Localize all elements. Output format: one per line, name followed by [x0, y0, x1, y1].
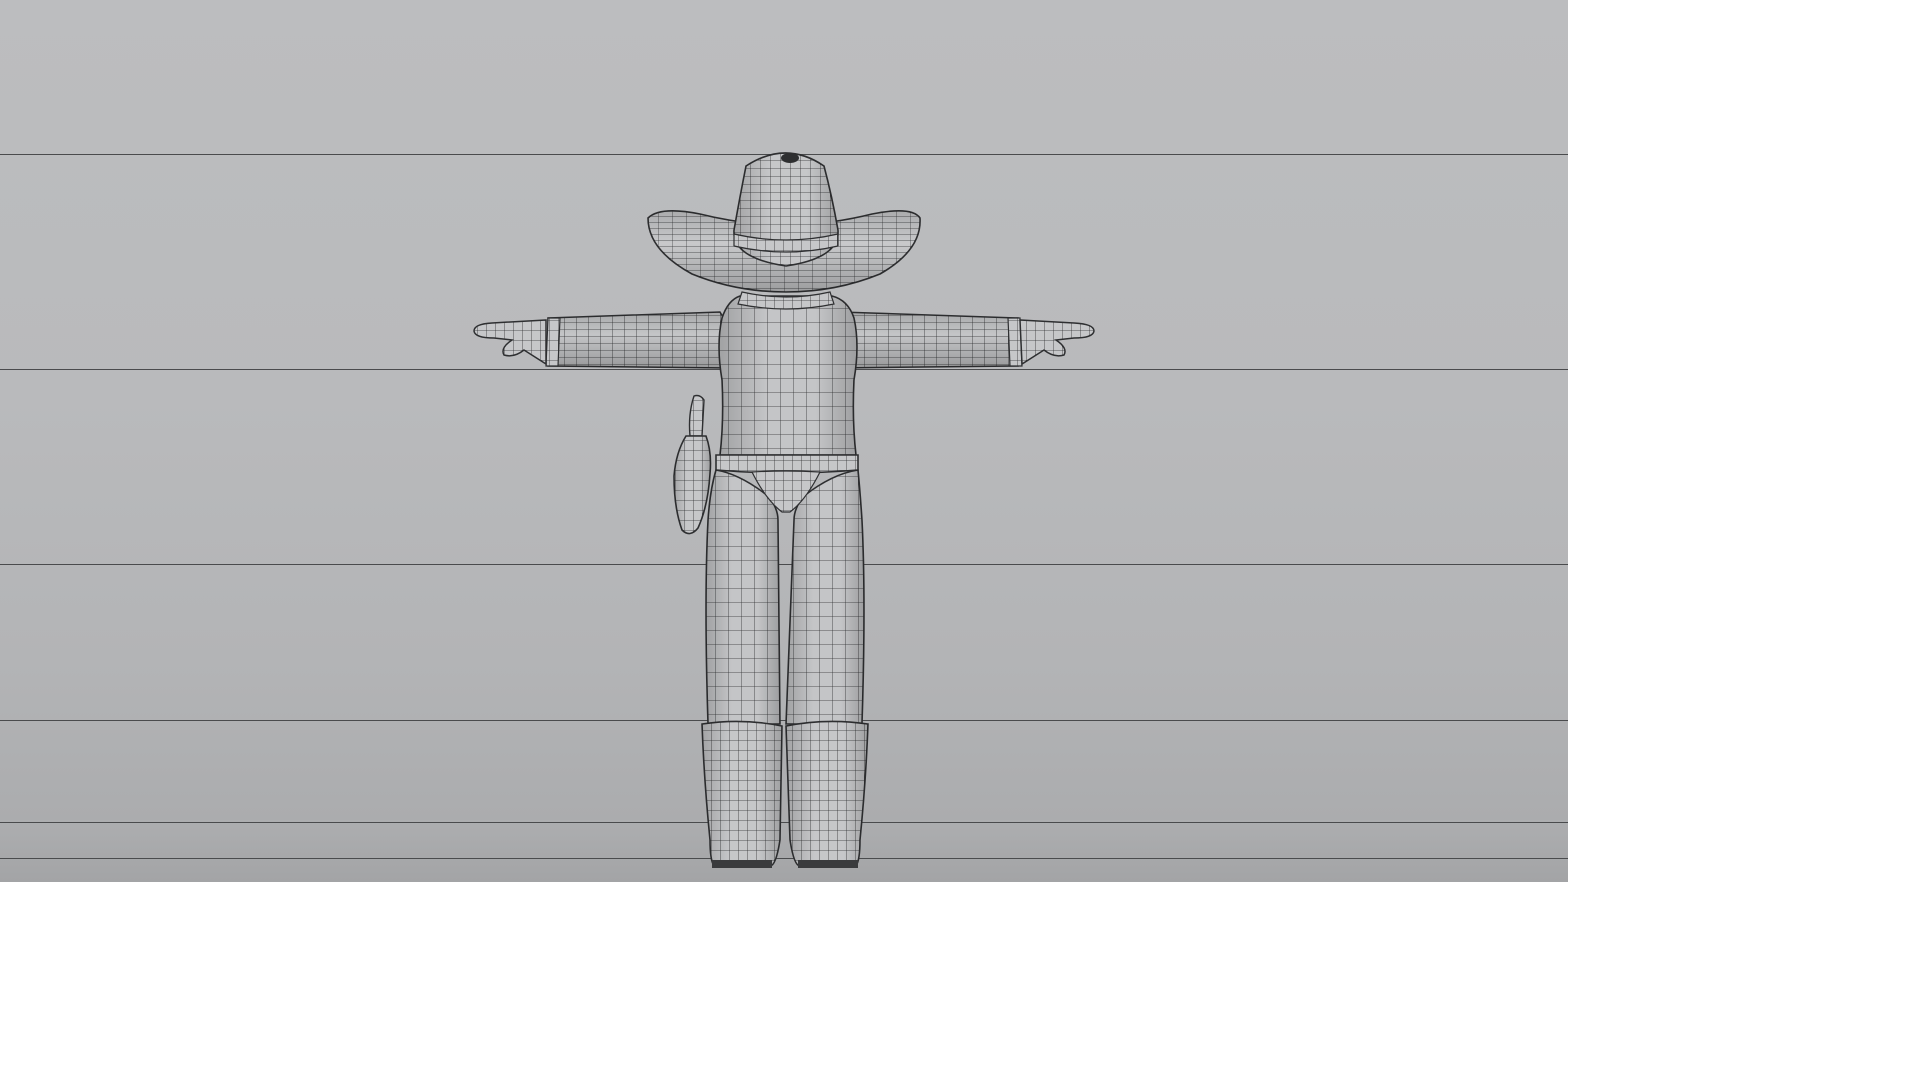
belt — [715, 454, 859, 474]
hat — [647, 152, 921, 293]
left-boot — [701, 720, 783, 868]
torso — [718, 291, 858, 456]
right-leg — [785, 469, 865, 725]
character-model[interactable] — [0, 0, 1568, 882]
hat-crown-pole — [781, 153, 799, 163]
right-arm — [833, 311, 1095, 369]
holster — [673, 394, 712, 535]
left-leg — [705, 469, 781, 725]
left-arm — [473, 311, 730, 369]
right-boot — [785, 720, 869, 868]
viewport-3d[interactable] — [0, 0, 1568, 882]
